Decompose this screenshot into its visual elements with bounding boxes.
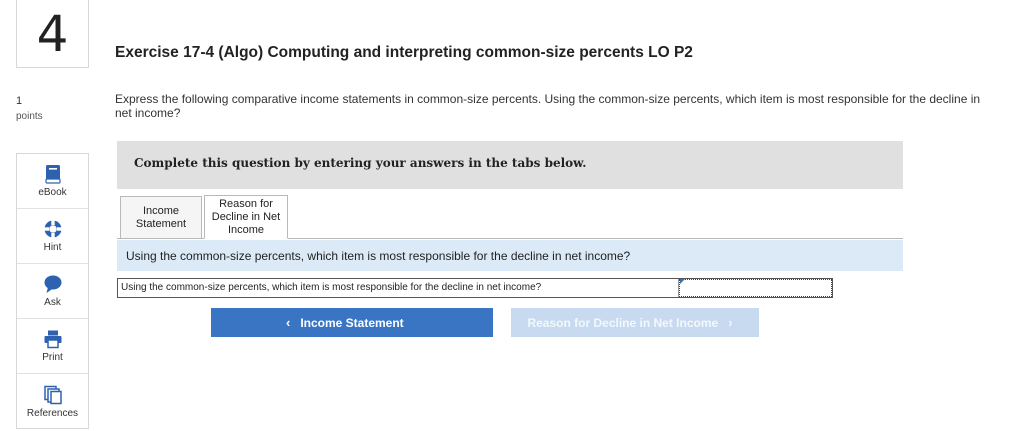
references-icon [43, 385, 63, 408]
instruction-bar: Complete this question by entering your … [117, 141, 903, 189]
ask-label: Ask [44, 297, 61, 308]
print-label: Print [42, 352, 63, 363]
exercise-prompt: Express the following comparative income… [115, 92, 981, 120]
references-button[interactable]: References [17, 374, 88, 429]
ebook-button[interactable]: eBook [17, 154, 88, 209]
side-toolbar: eBook Hint Ask Print References [16, 153, 89, 429]
answer-row: Using the common-size percents, which it… [117, 278, 833, 298]
answer-label: Using the common-size percents, which it… [118, 279, 679, 297]
ebook-icon [44, 164, 62, 187]
points-label: points [16, 111, 43, 122]
references-label: References [26, 407, 79, 419]
tab-income-statement-label: Income Statement [135, 205, 187, 230]
exercise-title: Exercise 17-4 (Algo) Computing and inter… [115, 44, 693, 61]
next-tab-label: Reason for Decline in Net Income [527, 315, 719, 330]
tab-reason-for-decline[interactable]: Reason for Decline in Net Income [204, 195, 288, 239]
ask-button[interactable]: Ask [17, 264, 88, 319]
print-icon [43, 329, 63, 352]
tab-reason-for-decline-label: Reason for Decline in Net Income [211, 197, 281, 236]
answer-input[interactable] [679, 279, 832, 297]
ask-icon [43, 274, 63, 297]
next-tab-button[interactable]: Reason for Decline in Net Income › [511, 308, 759, 337]
chevron-left-icon: ‹ [285, 315, 291, 330]
ebook-label: eBook [38, 187, 67, 198]
points-value: 1 [16, 95, 23, 107]
hint-label: Hint [43, 242, 62, 253]
chevron-right-icon: › [728, 315, 733, 330]
prev-tab-button[interactable]: ‹ Income Statement ‹ [211, 308, 493, 337]
print-button[interactable]: Print [17, 319, 88, 374]
hint-icon [43, 219, 63, 242]
question-band: Using the common-size percents, which it… [117, 240, 903, 271]
question-number: 4 [36, 4, 69, 63]
question-number-box: 4 [16, 0, 89, 68]
hint-button[interactable]: Hint [17, 209, 88, 264]
answer-cell-marker [680, 279, 685, 284]
prev-tab-label: Income Statement [300, 315, 404, 330]
instruction-text: Complete this question by entering your … [134, 156, 587, 170]
tab-income-statement[interactable]: Income Statement [120, 196, 202, 239]
